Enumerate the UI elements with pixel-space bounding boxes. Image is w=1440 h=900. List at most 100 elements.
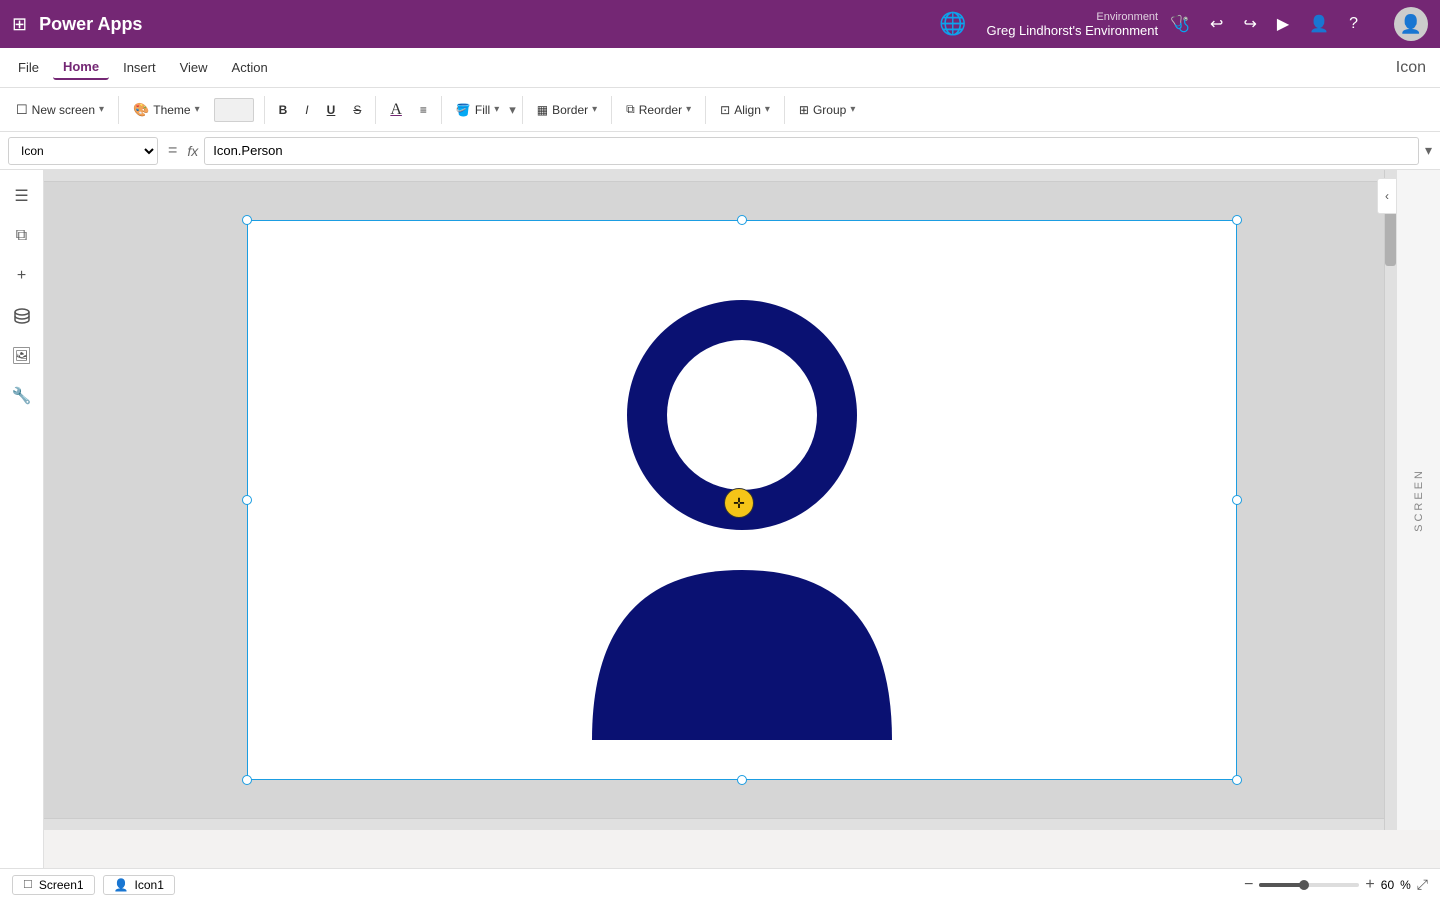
reorder-button[interactable]: ⧉ Reorder ▾ <box>618 98 699 121</box>
sidebar-media-icon[interactable]: 🖼 <box>4 338 40 374</box>
zoom-out-button[interactable]: − <box>1244 876 1253 894</box>
play-icon[interactable]: ▶ <box>1277 14 1289 34</box>
underline-button[interactable]: U <box>319 99 344 121</box>
canvas-area[interactable]: ✛ ‹ SCREEN <box>44 170 1440 830</box>
canvas-content: ✛ <box>247 220 1237 780</box>
zoom-unit: % <box>1400 878 1411 892</box>
move-cursor[interactable]: ✛ <box>724 488 754 518</box>
top-scrollbar[interactable] <box>44 170 1396 182</box>
topbar-actions: 🩺 ↩ ↪ ▶ 👤 ? <box>1170 14 1358 34</box>
new-screen-button[interactable]: ☐ New screen ▾ <box>8 98 112 122</box>
font-color-button[interactable]: A <box>382 97 410 123</box>
zoom-slider-thumb <box>1299 880 1309 890</box>
align-icon: ≡ <box>420 103 427 117</box>
formula-input[interactable] <box>204 137 1419 165</box>
handle-tr[interactable] <box>1232 215 1242 225</box>
separator-3 <box>375 96 376 124</box>
menu-file[interactable]: File <box>8 56 49 79</box>
separator-7 <box>705 96 706 124</box>
user-icon[interactable]: 👤 <box>1309 14 1329 34</box>
align2-button[interactable]: ⊡ Align ▾ <box>712 99 778 121</box>
fill-label: Fill <box>475 103 490 117</box>
align-button[interactable]: ≡ <box>412 99 435 121</box>
menubar: File Home Insert View Action Icon <box>0 48 1440 88</box>
fill-button[interactable]: 🪣 Fill ▾ <box>448 99 507 121</box>
bold-button[interactable]: B <box>271 99 296 121</box>
more-options-chevron[interactable]: ▾ <box>509 102 516 118</box>
separator-6 <box>611 96 612 124</box>
align2-label: Align <box>734 103 761 117</box>
sidebar-controls-icon[interactable]: 🔧 <box>4 378 40 414</box>
italic-button[interactable]: I <box>297 99 316 121</box>
reorder-chevron: ▾ <box>686 104 691 115</box>
reorder-label: Reorder <box>639 103 682 117</box>
handle-bc[interactable] <box>737 775 747 785</box>
environment-info: Environment Greg Lindhorst's Environment <box>987 11 1159 38</box>
font-color-icon: A <box>390 101 402 119</box>
handle-bl[interactable] <box>242 775 252 785</box>
help2-icon[interactable]: ? <box>1349 15 1358 33</box>
reorder-icon: ⧉ <box>626 102 635 117</box>
group-chevron: ▾ <box>850 104 855 115</box>
main-area: ☰ ⧉ + 🖼 🔧 <box>0 170 1440 868</box>
help-icon[interactable]: 🩺 <box>1170 14 1190 34</box>
handle-br[interactable] <box>1232 775 1242 785</box>
right-scrollbar[interactable] <box>1384 170 1396 830</box>
icon1-tab[interactable]: 👤 Icon1 <box>103 875 175 895</box>
border-button[interactable]: ▦ Border ▾ <box>529 99 605 121</box>
undo-icon[interactable]: ↩ <box>1210 14 1223 34</box>
bottom-scrollbar[interactable] <box>44 818 1396 830</box>
strikethrough-button[interactable]: S <box>345 99 369 121</box>
fill-icon: 🪣 <box>456 103 471 117</box>
env-label: Environment <box>1096 11 1158 23</box>
fullscreen-button[interactable]: ⤢ <box>1417 876 1428 893</box>
group-button[interactable]: ⊞ Group ▾ <box>791 99 863 121</box>
redo-icon[interactable]: ↪ <box>1243 14 1256 34</box>
menu-view[interactable]: View <box>170 56 218 79</box>
sidebar-menu-icon[interactable]: ☰ <box>4 178 40 214</box>
new-screen-label: New screen <box>32 103 95 117</box>
menu-insert[interactable]: Insert <box>113 56 166 79</box>
formula-expand-icon[interactable]: ▾ <box>1425 142 1432 159</box>
zoom-in-button[interactable]: + <box>1365 876 1374 894</box>
screen-panel-collapse[interactable]: ‹ <box>1377 178 1397 214</box>
sidebar-add-icon[interactable]: + <box>4 258 40 294</box>
app-title: Power Apps <box>39 14 142 35</box>
handle-mr[interactable] <box>1232 495 1242 505</box>
menu-action[interactable]: Action <box>222 56 278 79</box>
theme-button[interactable]: 🎨 Theme ▾ <box>125 98 208 122</box>
formulabar: Icon = fx ▾ <box>0 132 1440 170</box>
sidebar-layers-icon[interactable]: ⧉ <box>4 218 40 254</box>
menu-home[interactable]: Home <box>53 55 109 80</box>
separator-1 <box>118 96 119 124</box>
handle-ml[interactable] <box>242 495 252 505</box>
handle-tl[interactable] <box>242 215 252 225</box>
zoom-level: 60 <box>1381 878 1394 892</box>
group-icon: ⊞ <box>799 103 809 117</box>
icon1-person-icon: 👤 <box>114 878 129 892</box>
avatar[interactable]: 👤 <box>1394 7 1428 41</box>
color-preview[interactable] <box>214 98 254 122</box>
theme-label: Theme <box>153 103 190 117</box>
menu-right: Icon <box>1390 55 1432 81</box>
screen1-label: Screen1 <box>39 878 84 892</box>
screen-label: SCREEN <box>1413 468 1425 532</box>
theme-icon: 🎨 <box>133 102 149 118</box>
canvas-wrapper: ✛ <box>247 220 1237 780</box>
icon1-label: Icon1 <box>135 878 164 892</box>
person-icon-wrapper: ✛ <box>552 260 932 740</box>
theme-chevron: ▾ <box>195 104 200 115</box>
globe-icon: 🌐 <box>939 11 966 37</box>
bottombar: ☐ Screen1 👤 Icon1 − + 60 % ⤢ <box>0 868 1440 900</box>
control-selector[interactable]: Icon <box>8 137 158 165</box>
canvas-container: ✛ ‹ SCREEN <box>44 170 1440 868</box>
equals-sign: = <box>168 142 177 160</box>
env-name: Greg Lindhorst's Environment <box>987 23 1159 38</box>
sidebar-data-icon[interactable] <box>4 298 40 334</box>
zoom-slider[interactable] <box>1259 883 1359 887</box>
new-screen-chevron: ▾ <box>99 104 104 115</box>
screen1-tab[interactable]: ☐ Screen1 <box>12 875 95 895</box>
grid-icon[interactable]: ⊞ <box>12 14 27 35</box>
fx-label: fx <box>187 143 198 159</box>
handle-tc[interactable] <box>737 215 747 225</box>
